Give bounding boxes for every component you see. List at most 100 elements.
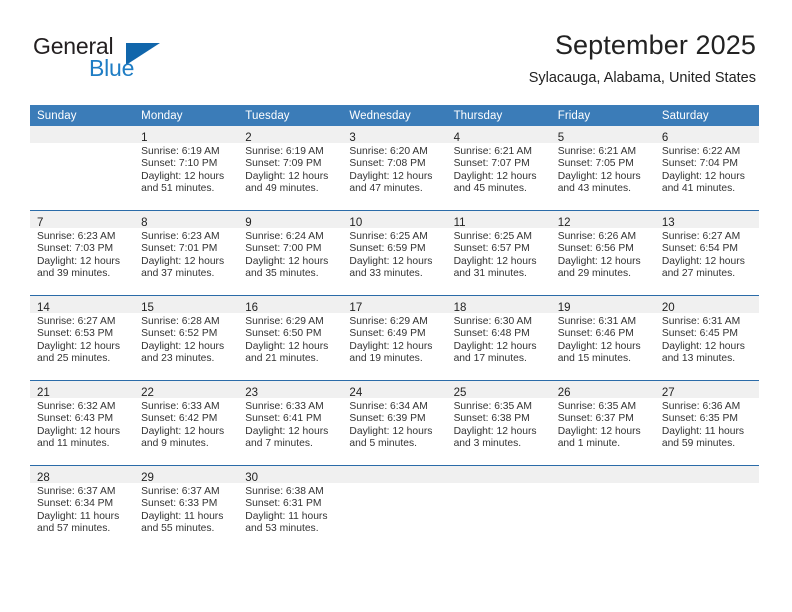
day-cell[interactable]: 10 Sunrise: 6:25 AM Sunset: 6:59 PM Dayligh… [342, 210, 447, 296]
daylight-text-line1: Daylight: 11 hours [141, 510, 224, 522]
day-number: 12 [557, 217, 571, 229]
day-cell[interactable]: 2 Sunrise: 6:19 AM Sunset: 7:09 PM Daylight… [238, 126, 343, 211]
title-block: September 2025 Sylacauga, Alabama, Unite… [529, 28, 756, 88]
daylight-text-line1: Daylight: 11 hours [661, 425, 745, 437]
sunrise-text: Sunrise: 6:19 AM [141, 146, 220, 157]
day-cell[interactable]: 18 Sunrise: 6:30 AM Sunset: 6:48 PM Dayligh… [446, 295, 551, 381]
day-number: 1 [141, 132, 148, 144]
daylight-text-line2: and 23 minutes. [141, 352, 215, 364]
day-cell[interactable]: 3 Sunrise: 6:20 AM Sunset: 7:08 PM Daylight… [342, 126, 447, 211]
sunrise-text: Sunrise: 6:19 AM [245, 146, 324, 157]
daylight-text-line2: and 35 minutes. [245, 267, 319, 279]
daylight-text-line2: and 9 minutes. [141, 437, 209, 449]
daylight-text-line2: and 31 minutes. [453, 267, 527, 279]
sunrise-text: Sunrise: 6:37 AM [141, 486, 220, 497]
daylight-text-line2: and 37 minutes. [141, 267, 215, 279]
day-number: 24 [349, 387, 363, 399]
sunrise-text: Sunrise: 6:27 AM [661, 231, 741, 242]
sunset-text: Sunset: 7:01 PM [141, 243, 218, 255]
day-cell[interactable]: 8 Sunrise: 6:23 AM Sunset: 7:01 PM Daylight… [134, 210, 239, 296]
day-cell[interactable]: 16 Sunrise: 6:29 AM Sunset: 6:50 PM Dayligh… [238, 295, 343, 381]
day-number: 15 [141, 302, 154, 314]
sunset-text: Sunset: 6:39 PM [349, 413, 426, 425]
sunrise-text: Sunrise: 6:25 AM [453, 231, 532, 242]
day-cell[interactable] [446, 465, 551, 550]
weekday-header-sunday: Sunday [30, 105, 135, 126]
daylight-text-line2: and 5 minutes. [349, 437, 417, 449]
sunset-text: Sunset: 6:42 PM [141, 413, 218, 425]
sunrise-text: Sunrise: 6:35 AM [453, 401, 532, 412]
day-number: 29 [141, 472, 154, 484]
daylight-text-line1: Daylight: 12 hours [349, 425, 433, 437]
sunrise-text: Sunrise: 6:25 AM [349, 231, 428, 242]
day-cell[interactable]: 9 Sunrise: 6:24 AM Sunset: 7:00 PM Daylight… [238, 210, 343, 296]
day-cell[interactable]: 1 Sunrise: 6:19 AM Sunset: 7:10 PM Daylight… [134, 126, 239, 211]
day-cell[interactable]: 29 Sunrise: 6:37 AM Sunset: 6:33 PM Dayligh… [134, 465, 239, 550]
day-cell[interactable]: 11 Sunrise: 6:25 AM Sunset: 6:57 PM Dayligh… [446, 210, 551, 296]
weekday-header-wednesday: Wednesday [342, 105, 447, 126]
day-cell[interactable]: 12 Sunrise: 6:26 AM Sunset: 6:56 PM Dayligh… [550, 210, 655, 296]
sunrise-text: Sunrise: 6:21 AM [453, 146, 532, 157]
daylight-text-line1: Daylight: 12 hours [557, 255, 641, 267]
sunset-text: Sunset: 7:04 PM [661, 158, 738, 170]
day-number: 23 [245, 387, 259, 399]
sunset-text: Sunset: 6:49 PM [349, 328, 426, 340]
day-number: 25 [453, 387, 467, 399]
sunset-text: Sunset: 7:05 PM [557, 158, 634, 170]
day-cell[interactable]: 21 Sunrise: 6:32 AM Sunset: 6:43 PM Dayligh… [30, 380, 135, 466]
day-number: 4 [453, 132, 460, 144]
day-cell[interactable]: 4 Sunrise: 6:21 AM Sunset: 7:07 PM Daylight… [446, 126, 551, 211]
daylight-text-line2: and 21 minutes. [245, 352, 319, 364]
day-cell[interactable]: 14 Sunrise: 6:27 AM Sunset: 6:53 PM Dayligh… [30, 295, 135, 381]
sunrise-text: Sunrise: 6:30 AM [453, 316, 532, 327]
day-cell[interactable]: 7 Sunrise: 6:23 AM Sunset: 7:03 PM Daylight… [30, 210, 135, 296]
day-cell[interactable] [550, 465, 655, 550]
day-cell[interactable]: 6 Sunrise: 6:22 AM Sunset: 7:04 PM Daylight… [654, 126, 759, 211]
daylight-text-line2: and 57 minutes. [37, 522, 111, 534]
day-cell[interactable]: 30 Sunrise: 6:38 AM Sunset: 6:31 PM Dayligh… [238, 465, 343, 550]
calendar-week-row: 21 Sunrise: 6:32 AM Sunset: 6:43 PM Dayligh… [30, 380, 759, 466]
sunrise-text: Sunrise: 6:36 AM [661, 401, 741, 412]
day-cell[interactable]: 28 Sunrise: 6:37 AM Sunset: 6:34 PM Dayligh… [30, 465, 135, 550]
calendar-week-row: 7 Sunrise: 6:23 AM Sunset: 7:03 PM Daylight… [30, 210, 759, 296]
daylight-text-line1: Daylight: 12 hours [141, 170, 225, 182]
weekday-header-monday: Monday [134, 105, 239, 126]
sunrise-text: Sunrise: 6:23 AM [37, 231, 116, 242]
day-cell[interactable]: 22 Sunrise: 6:33 AM Sunset: 6:42 PM Dayligh… [134, 380, 239, 466]
day-cell[interactable]: 24 Sunrise: 6:34 AM Sunset: 6:39 PM Dayligh… [342, 380, 447, 466]
day-cell[interactable] [342, 465, 447, 550]
day-cell[interactable]: 26 Sunrise: 6:35 AM Sunset: 6:37 PM Dayligh… [550, 380, 655, 466]
daylight-text-line1: Daylight: 12 hours [453, 340, 537, 352]
sunset-text: Sunset: 6:59 PM [349, 243, 426, 255]
sunrise-text: Sunrise: 6:33 AM [245, 401, 324, 412]
daylight-text-line2: and 55 minutes. [141, 522, 215, 534]
daylight-text-line2: and 25 minutes. [37, 352, 111, 364]
day-number: 2 [245, 132, 252, 144]
day-cell[interactable]: 27 Sunrise: 6:36 AM Sunset: 6:35 PM Dayligh… [654, 380, 759, 466]
daylight-text-line1: Daylight: 12 hours [661, 170, 745, 182]
day-cell[interactable]: 20 Sunrise: 6:31 AM Sunset: 6:45 PM Dayligh… [654, 295, 759, 381]
day-cell[interactable]: 25 Sunrise: 6:35 AM Sunset: 6:38 PM Dayligh… [446, 380, 551, 466]
sunset-text: Sunset: 7:08 PM [349, 158, 426, 170]
day-cell[interactable]: 17 Sunrise: 6:29 AM Sunset: 6:49 PM Dayligh… [342, 295, 447, 381]
day-cell[interactable]: 19 Sunrise: 6:31 AM Sunset: 6:46 PM Dayligh… [550, 295, 655, 381]
day-cell[interactable]: 13 Sunrise: 6:27 AM Sunset: 6:54 PM Dayligh… [654, 210, 759, 296]
day-cell[interactable]: 15 Sunrise: 6:28 AM Sunset: 6:52 PM Dayligh… [134, 295, 239, 381]
day-cell[interactable]: 5 Sunrise: 6:21 AM Sunset: 7:05 PM Daylight… [550, 126, 655, 211]
day-number: 8 [141, 217, 148, 229]
day-cell[interactable]: 23 Sunrise: 6:33 AM Sunset: 6:41 PM Dayligh… [238, 380, 343, 466]
day-cell[interactable] [30, 126, 135, 211]
sunset-text: Sunset: 6:46 PM [557, 328, 634, 340]
page-title: September 2025 [554, 30, 756, 60]
sunset-text: Sunset: 6:48 PM [453, 328, 530, 340]
daylight-text-line2: and 39 minutes. [37, 267, 111, 279]
daylight-text-line1: Daylight: 12 hours [245, 340, 329, 352]
sunset-text: Sunset: 6:43 PM [37, 413, 114, 425]
day-number: 28 [37, 472, 50, 484]
day-cell[interactable] [654, 465, 759, 550]
sunset-text: Sunset: 6:35 PM [661, 413, 738, 425]
weekday-header-thursday: Thursday [446, 105, 551, 126]
day-number: 9 [245, 217, 252, 229]
calendar-body: 1 Sunrise: 6:19 AM Sunset: 7:10 PM Daylight… [30, 126, 759, 550]
daylight-text-line1: Daylight: 12 hours [557, 170, 641, 182]
